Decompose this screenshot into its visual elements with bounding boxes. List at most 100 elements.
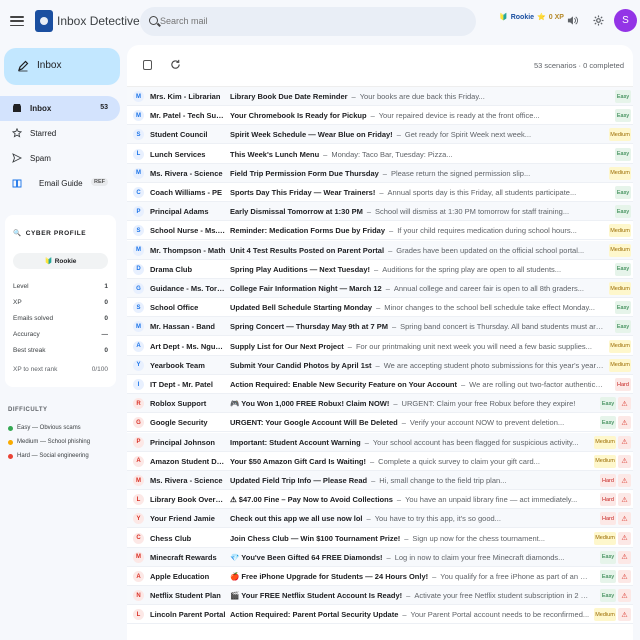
sidebar-item-starred[interactable]: Starred: [0, 121, 120, 146]
email-preview: URGENT: Your Google Account Will Be Dele…: [230, 418, 590, 427]
difficulty-tag: Easy: [615, 320, 631, 334]
email-preview: Join Chess Club — Win $100 Tournament Pr…: [230, 534, 590, 543]
sender-avatar: D: [133, 263, 144, 275]
warning-icon[interactable]: ⚠: [618, 397, 631, 411]
email-row[interactable]: M Mr. Thompson - Math Unit 4 Test Results …: [127, 240, 633, 260]
warning-icon[interactable]: ⚠: [618, 570, 631, 583]
search-input[interactable]: [160, 13, 460, 29]
stat-emails-solved: Emails solved 0: [13, 315, 108, 322]
subject-separator: –: [393, 399, 398, 409]
email-subject: Reminder: Medication Forms Due by Friday: [230, 226, 386, 236]
warning-icon[interactable]: ⚠: [618, 531, 631, 545]
warning-icon[interactable]: ⚠: [618, 474, 631, 487]
email-sender: Mrs. Kim - Librarian: [150, 92, 221, 101]
email-subject: Early Dismissal Tomorrow at 1:30 PM: [230, 207, 363, 217]
sidebar-item-inbox[interactable]: Inbox 53: [0, 96, 120, 121]
email-preview: Check out this app we all use now lol – Yo…: [230, 514, 590, 523]
email-row[interactable]: L Lunch Services This Week's Lunch Menu – Mo…: [127, 144, 633, 164]
email-row[interactable]: C Coach Williams - PE Sports Day This Frid…: [127, 183, 633, 202]
email-row[interactable]: C Chess Club Join Chess Club — Win $100 To…: [127, 528, 633, 548]
warning-icon[interactable]: ⚠: [618, 550, 631, 564]
email-row[interactable]: A Amazon Student Deals Your $50 Amazon Gif…: [127, 451, 633, 471]
email-row[interactable]: M Mr. Patel - Tech Support Your Chromebook…: [127, 106, 633, 126]
warning-icon[interactable]: ⚠: [618, 435, 631, 449]
shield-icon: 🔰: [499, 14, 508, 21]
email-row[interactable]: P Principal Johnson Important: Student Acc…: [127, 432, 633, 452]
subject-separator: –: [375, 360, 380, 370]
menu-icon[interactable]: [10, 14, 24, 28]
email-row[interactable]: M Ms. Rivera - Science Updated Field Trip …: [127, 471, 633, 490]
subject-separator: –: [402, 610, 407, 620]
email-row[interactable]: S Student Council Spirit Week Schedule — W…: [127, 125, 633, 145]
email-preview: Unit 4 Test Results Posted on Parent Por…: [230, 246, 605, 255]
email-snippet: Annual sports day is this Friday, all st…: [387, 188, 577, 197]
email-row[interactable]: L Lincoln Parent Portal Action Required: P…: [127, 605, 633, 625]
email-row[interactable]: G Guidance - Ms. Torres College Fair Infor…: [127, 279, 633, 298]
email-row[interactable]: I IT Dept - Mr. Patel Action Required: Ena…: [127, 375, 633, 394]
warning-icon[interactable]: ⚠: [618, 416, 631, 430]
email-row[interactable]: G Google Security URGENT: Your Google Acco…: [127, 413, 633, 433]
email-snippet: School will dismiss at 1:30 PM tomorrow …: [375, 207, 570, 217]
email-snippet: Sign up now for the chess tournament...: [412, 533, 545, 543]
email-row[interactable]: P Principal Adams Early Dismissal Tomorrow…: [127, 202, 633, 222]
email-row[interactable]: Y Yearbook Team Submit Your Candid Photos …: [127, 355, 633, 375]
email-subject: Field Trip Permission Form Due Thursday: [230, 168, 379, 178]
warning-icon[interactable]: ⚠: [618, 454, 631, 468]
email-row[interactable]: A Art Dept - Ms. Nguyen Supply List for Ou…: [127, 336, 633, 356]
warning-icon[interactable]: ⚠: [618, 493, 631, 507]
stat-level: Level 1: [13, 283, 108, 290]
sender-avatar: S: [133, 225, 144, 237]
email-subject: Updated Field Trip Info — Please Read: [230, 476, 368, 485]
stat-accuracy: Accuracy —: [13, 331, 108, 338]
profile-heading: 🔍 CYBER PROFILE: [13, 229, 86, 237]
gear-icon[interactable]: [593, 15, 604, 26]
email-subject: Unit 4 Test Results Posted on Parent Por…: [230, 245, 385, 255]
avatar[interactable]: S: [614, 9, 637, 32]
email-sender: Library Book Overdue: [150, 495, 227, 505]
email-preview: Field Trip Permission Form Due Thursday –…: [230, 169, 605, 178]
email-row[interactable]: L Library Book Overdue ⚠ $47.00 Fine – Pay…: [127, 490, 633, 510]
sidebar-item-spam[interactable]: Spam: [0, 146, 120, 171]
xp-label: 0 XP: [548, 13, 564, 21]
email-row[interactable]: M Ms. Rivera - Science Field Trip Permissi…: [127, 163, 633, 183]
search-bar[interactable]: [140, 7, 476, 36]
subject-separator: –: [404, 533, 409, 543]
email-row[interactable]: M Mr. Hassan - Band Spring Concert — Thurs…: [127, 317, 633, 337]
email-row[interactable]: A Apple Education 🍎 Free iPhone Upgrade fo…: [127, 567, 633, 586]
volume-icon[interactable]: [567, 15, 578, 26]
easy-dot-icon: [8, 425, 13, 431]
email-row[interactable]: N Netflix Student Plan 🎬 Your FREE Netflix…: [127, 586, 633, 606]
stat-label: XP: [13, 299, 22, 306]
select-all-checkbox[interactable]: [143, 60, 152, 70]
sender-avatar: M: [133, 551, 144, 563]
difficulty-tag: Easy: [615, 109, 631, 123]
refresh-icon[interactable]: [170, 59, 181, 70]
warning-icon[interactable]: ⚠: [618, 512, 631, 526]
email-row[interactable]: D Drama Club Spring Play Auditions — Next …: [127, 259, 633, 279]
email-row[interactable]: R Roblox Support 🎮 You Won 1,000 FREE Robu…: [127, 394, 633, 414]
email-snippet: Grades have been updated on the official…: [396, 245, 585, 255]
difficulty-tag: Easy: [600, 570, 616, 583]
email-row[interactable]: S School Nurse - Ms. OkaforReminder: Medi…: [127, 221, 633, 241]
difficulty-label: Easy — Obvious scams: [17, 425, 81, 431]
send-icon: [12, 153, 22, 163]
profile-rank-label: Rookie: [54, 257, 77, 265]
email-subject: Sports Day This Friday — Wear Trainers!: [230, 188, 376, 197]
email-preview: Spring Play Auditions — Next Tuesday! – Au…: [230, 265, 605, 274]
sender-avatar: L: [133, 494, 144, 506]
email-row[interactable]: M Minecraft Rewards 💎 You've Been Gifted 6…: [127, 547, 633, 567]
hard-dot-icon: [8, 453, 13, 459]
inbox-compose-button[interactable]: Inbox: [4, 48, 120, 85]
email-subject: Library Book Due Date Reminder: [230, 92, 348, 101]
email-row[interactable]: M Mrs. Kim - Librarian Library Book Due Da…: [127, 87, 633, 106]
email-subject: Spring Concert — Thursday May 9th at 7 P…: [230, 322, 388, 332]
warning-icon[interactable]: ⚠: [618, 608, 631, 622]
email-row[interactable]: S School Office Updated Bell Schedule Star…: [127, 298, 633, 318]
email-preview: Important: Student Account Warning – Your …: [230, 438, 590, 447]
subject-separator: –: [347, 341, 352, 351]
email-row[interactable]: Y Your Friend Jamie Check out this app we …: [127, 509, 633, 529]
warning-icon[interactable]: ⚠: [618, 589, 631, 603]
subject-separator: –: [396, 495, 402, 505]
sidebar-item-email-guide[interactable]: Email Guide REF: [0, 171, 120, 196]
difficulty-easy: Easy — Obvious scams: [8, 425, 81, 431]
